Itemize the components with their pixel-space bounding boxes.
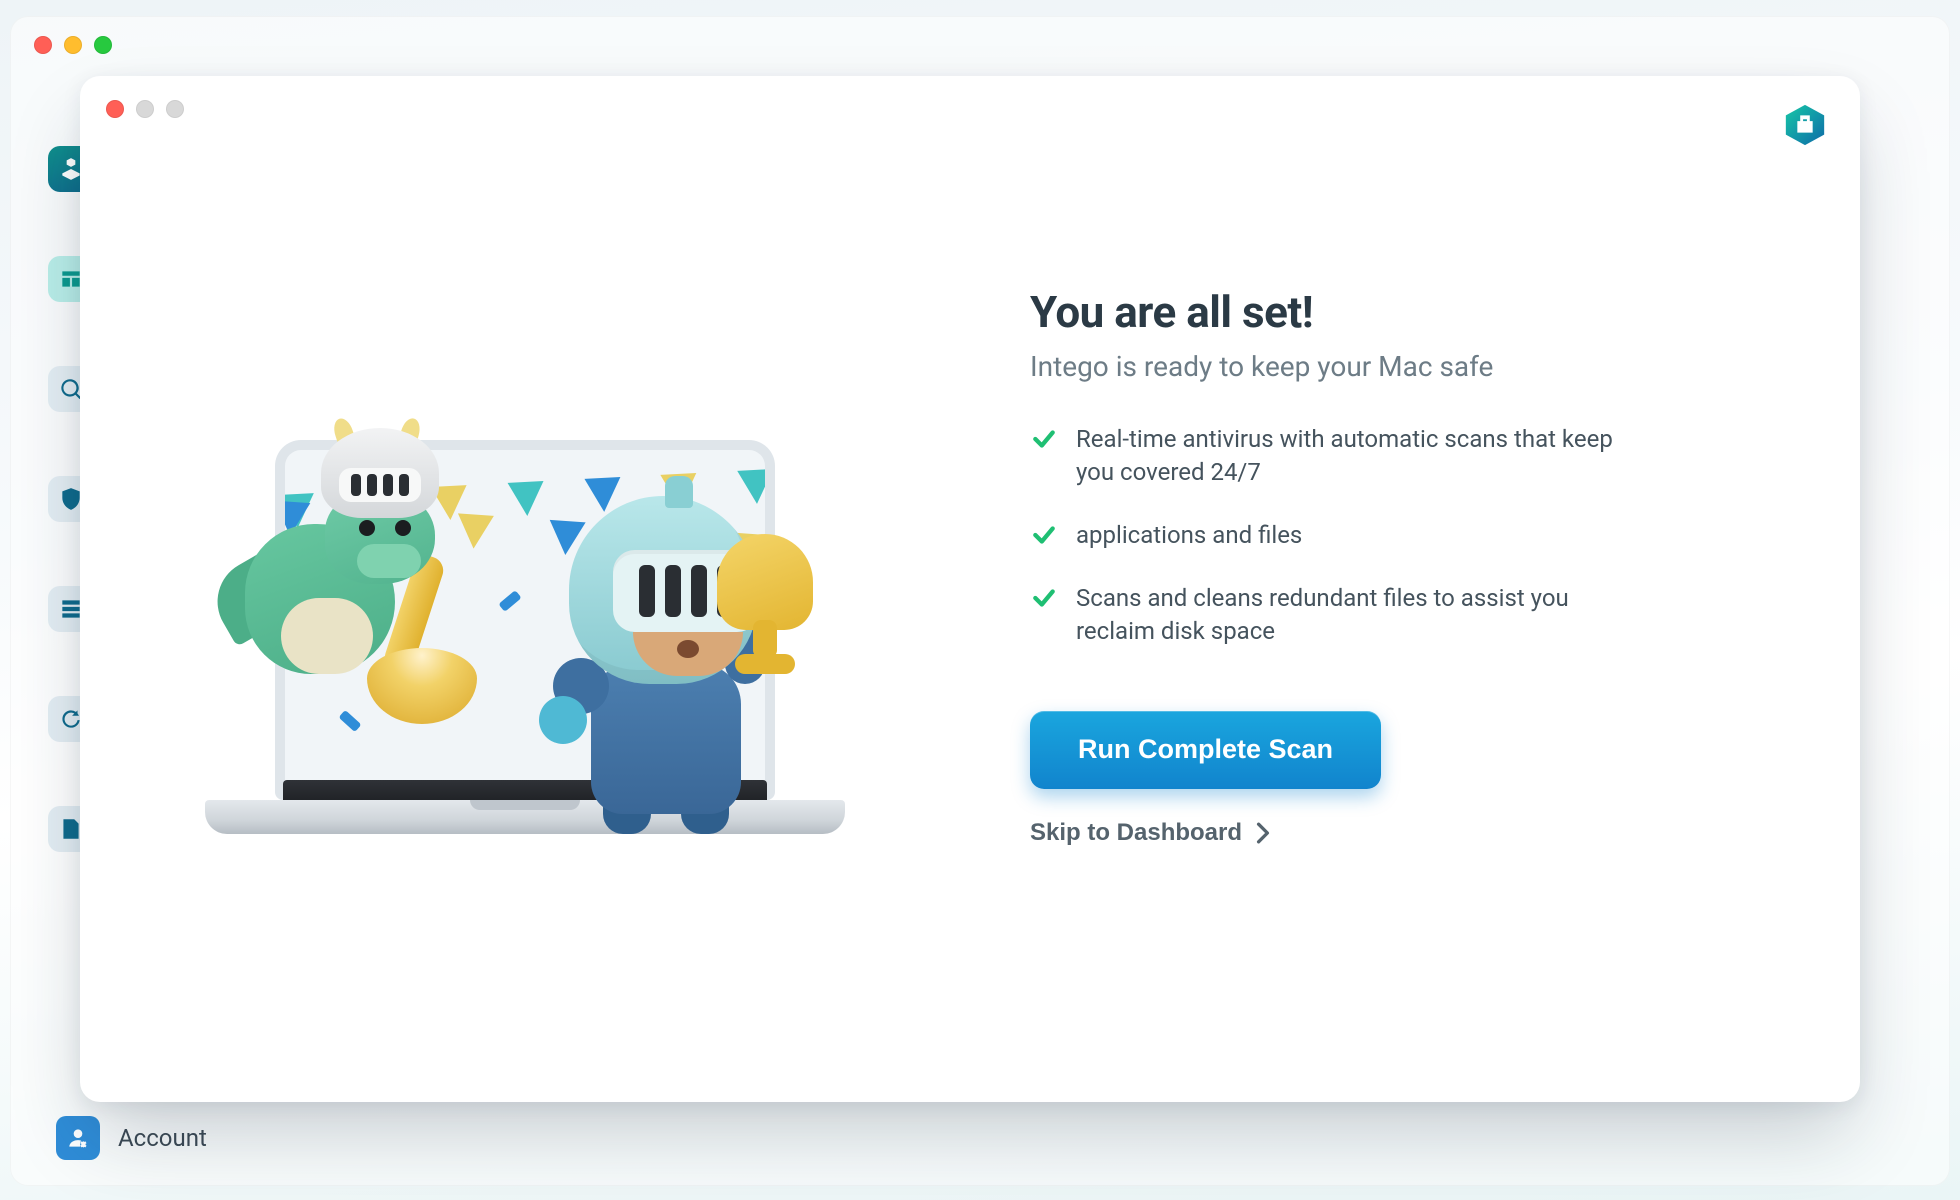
zoom-icon[interactable] <box>94 36 112 54</box>
feature-item: Real-time antivirus with automatic scans… <box>1030 423 1650 489</box>
chevron-right-icon <box>1256 822 1270 844</box>
check-icon <box>1030 425 1058 453</box>
account-icon <box>56 1116 100 1160</box>
sidebar-item-account[interactable]: Account <box>56 1116 207 1160</box>
skip-to-dashboard-link[interactable]: Skip to Dashboard <box>1030 819 1270 847</box>
feature-item: applications and files <box>1030 519 1650 552</box>
onboarding-content: You are all set! Intego is ready to keep… <box>970 76 1860 1102</box>
feature-item: Scans and cleans redundant files to assi… <box>1030 582 1650 648</box>
parent-window-controls <box>34 36 112 54</box>
feature-text: Real-time antivirus with automatic scans… <box>1076 423 1650 489</box>
minimize-icon[interactable] <box>64 36 82 54</box>
celebration-illustration <box>80 76 970 1102</box>
feature-text: applications and files <box>1076 519 1302 552</box>
trophy-icon <box>705 534 825 684</box>
check-icon <box>1030 584 1058 612</box>
app-logo-icon <box>1780 100 1830 150</box>
run-complete-scan-button[interactable]: Run Complete Scan <box>1030 711 1381 789</box>
check-icon <box>1030 521 1058 549</box>
feature-list: Real-time antivirus with automatic scans… <box>1030 423 1750 649</box>
close-icon[interactable] <box>34 36 52 54</box>
sidebar-account-label: Account <box>118 1124 207 1152</box>
page-title: You are all set! <box>1030 286 1750 338</box>
page-subtitle: Intego is ready to keep your Mac safe <box>1030 350 1750 383</box>
skip-label: Skip to Dashboard <box>1030 819 1242 847</box>
knight-character-icon <box>545 504 785 834</box>
feature-text: Scans and cleans redundant files to assi… <box>1076 582 1650 648</box>
dragon-character-icon <box>225 434 475 694</box>
onboarding-complete-modal: You are all set! Intego is ready to keep… <box>80 76 1860 1102</box>
